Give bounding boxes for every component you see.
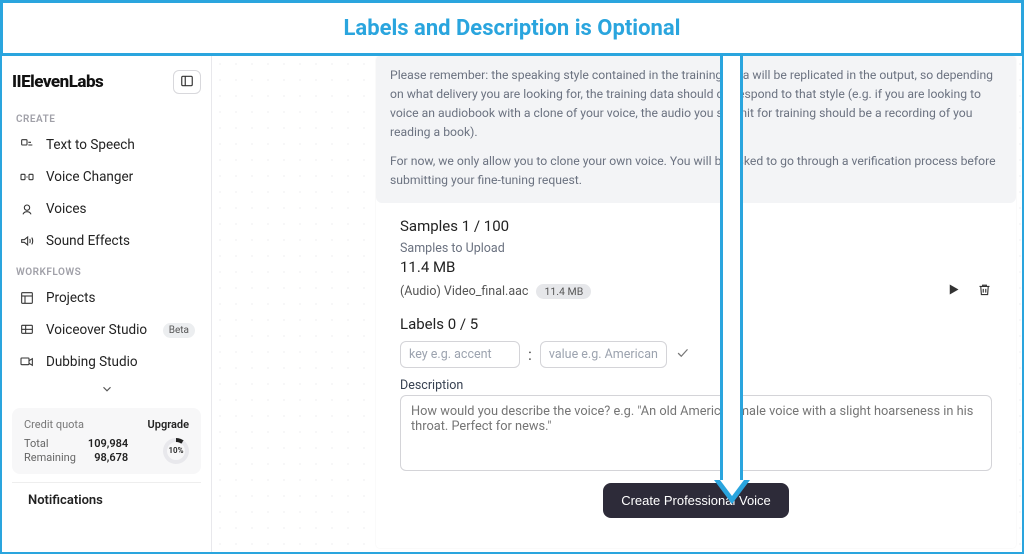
info-paragraph: Please remember: the speaking style cont…: [390, 66, 1002, 142]
label-value-input[interactable]: value e.g. American: [540, 341, 667, 368]
sidebar-item-label: Sound Effects: [46, 233, 130, 249]
sidebar-item-projects[interactable]: Projects: [12, 282, 201, 314]
expand-more[interactable]: [12, 378, 201, 400]
annotation-banner: Labels and Description is Optional: [0, 0, 1024, 56]
quota-ring: 10%: [163, 438, 189, 464]
voice-form-card: Please remember: the speaking style cont…: [376, 56, 1016, 548]
projects-icon: [18, 289, 36, 307]
sidebar-item-label: Voices: [46, 201, 86, 217]
sidebar-item-label: Projects: [46, 290, 96, 306]
voice-changer-icon: [18, 168, 36, 186]
main-canvas: Please remember: the speaking style cont…: [212, 56, 1022, 552]
tts-icon: [18, 136, 36, 154]
quota-label: Credit quota: [24, 418, 84, 431]
labels-heading: Labels 0 / 5: [400, 315, 992, 333]
quota-remaining-value: 98,678: [88, 451, 128, 464]
sidebar-item-voice-changer[interactable]: Voice Changer: [12, 161, 201, 193]
credit-quota-box: Credit quota Upgrade Total 109,984 Remai…: [12, 408, 201, 474]
sidebar-item-dubbing-studio[interactable]: Dubbing Studio: [12, 346, 201, 378]
samples-upload-label: Samples to Upload: [400, 241, 992, 256]
sidebar: IIElevenLabs CREATE Text to Speech Voice…: [2, 56, 212, 552]
confirm-label-button[interactable]: [675, 345, 690, 364]
info-note: Please remember: the speaking style cont…: [376, 56, 1016, 203]
annotation-arrow: [720, 34, 723, 484]
panel-icon: [180, 73, 194, 92]
beta-badge: Beta: [163, 323, 195, 338]
quota-ring-value: 10%: [167, 442, 185, 460]
sidebar-item-label: Voice Changer: [46, 169, 133, 185]
brand-logo: IIElevenLabs: [12, 72, 103, 92]
samples-heading: Samples 1 / 100: [400, 217, 992, 235]
annotation-arrow-head: [720, 480, 744, 496]
quota-total-value: 109,984: [88, 437, 128, 450]
collapse-sidebar-button[interactable]: [173, 70, 201, 94]
sample-file-name: (Audio) Video_final.aac: [400, 284, 528, 299]
annotation-arrow: [740, 34, 743, 484]
annotation-arrow: [723, 56, 740, 482]
colon: :: [528, 345, 532, 364]
sidebar-item-label: Dubbing Studio: [46, 354, 138, 370]
banner-title: Labels and Description is Optional: [344, 16, 681, 41]
samples-total-size: 11.4 MB: [400, 258, 992, 276]
label-key-input[interactable]: key e.g. accent: [400, 341, 520, 368]
upgrade-link[interactable]: Upgrade: [148, 418, 189, 431]
section-workflows: WORKFLOWS: [16, 267, 197, 278]
sidebar-item-sound-effects[interactable]: Sound Effects: [12, 225, 201, 257]
play-sample-button[interactable]: [946, 282, 961, 301]
description-textarea[interactable]: [400, 395, 992, 471]
description-label: Description: [400, 378, 992, 393]
quota-total-label: Total: [24, 437, 76, 450]
voiceover-studio-icon: [18, 321, 36, 339]
sidebar-item-tts[interactable]: Text to Speech: [12, 129, 201, 161]
info-paragraph: For now, we only allow you to clone your…: [390, 152, 1002, 190]
voices-icon: [18, 200, 36, 218]
sound-effects-icon: [18, 232, 36, 250]
sidebar-item-label: Text to Speech: [46, 137, 135, 153]
sidebar-item-notifications[interactable]: Notifications: [12, 482, 201, 510]
notifications-label: Notifications: [28, 493, 103, 508]
quota-remaining-label: Remaining: [24, 451, 76, 464]
sidebar-item-voiceover-studio[interactable]: Voiceover Studio Beta: [12, 314, 201, 346]
sample-file-row: (Audio) Video_final.aac 11.4 MB: [400, 282, 992, 301]
create-professional-voice-button[interactable]: Create Professional Voice: [603, 483, 789, 518]
delete-sample-button[interactable]: [977, 282, 992, 301]
dubbing-studio-icon: [18, 353, 36, 371]
sidebar-item-label: Voiceover Studio: [46, 322, 147, 338]
section-create: CREATE: [16, 114, 197, 125]
sidebar-item-voices[interactable]: Voices: [12, 193, 201, 225]
sample-file-size-pill: 11.4 MB: [536, 284, 591, 299]
